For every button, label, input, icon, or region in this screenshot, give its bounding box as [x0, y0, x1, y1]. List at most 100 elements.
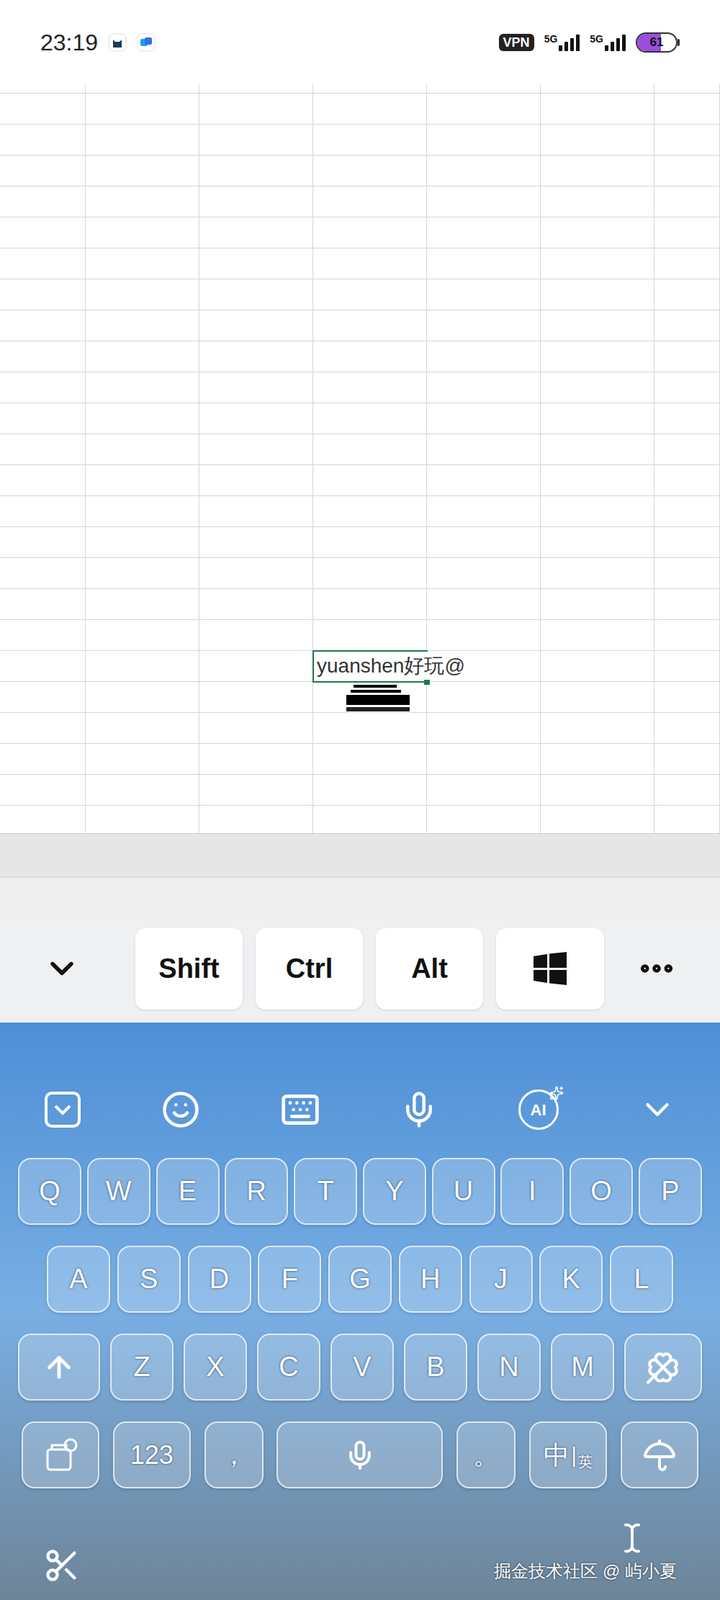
grid-cell[interactable] — [0, 496, 86, 527]
grid-cell[interactable] — [313, 310, 427, 341]
grid-cell[interactable] — [313, 124, 427, 155]
numbers-key[interactable]: 123 — [113, 1421, 191, 1489]
grid-cell[interactable] — [85, 743, 200, 774]
grid-cell[interactable] — [654, 619, 720, 651]
grid-cell[interactable] — [540, 372, 655, 403]
grid-cell[interactable] — [0, 372, 86, 403]
grid-cell[interactable] — [540, 248, 655, 279]
grid-cell[interactable] — [85, 527, 200, 558]
grid-cell[interactable] — [0, 588, 86, 620]
shift-key[interactable] — [18, 1333, 101, 1401]
toolbox-key[interactable] — [21, 1421, 100, 1489]
grid-cell[interactable] — [0, 465, 86, 496]
text-cursor-icon[interactable] — [616, 1522, 648, 1554]
grid-cell[interactable] — [85, 93, 200, 124]
grid-cell[interactable] — [85, 186, 200, 217]
grid-cell[interactable] — [540, 588, 655, 620]
grid-cell[interactable] — [313, 619, 427, 651]
grid-cell[interactable] — [313, 279, 427, 310]
letter-key[interactable]: A — [46, 1245, 111, 1313]
letter-key[interactable]: J — [469, 1245, 533, 1313]
grid-cell[interactable] — [313, 496, 427, 527]
letter-key[interactable]: W — [87, 1157, 151, 1225]
grid-cell[interactable] — [426, 743, 541, 774]
grid-cell[interactable] — [540, 527, 655, 558]
grid-cell[interactable] — [85, 712, 200, 744]
grid-cell[interactable] — [654, 527, 720, 558]
grid-cell[interactable] — [0, 248, 86, 279]
grid-cell[interactable] — [654, 805, 720, 834]
grid-cell[interactable] — [426, 465, 541, 496]
grid-cell[interactable] — [199, 681, 314, 713]
grid-cell[interactable] — [654, 650, 720, 682]
grid-cell[interactable] — [654, 217, 720, 248]
letter-key[interactable]: N — [477, 1333, 541, 1401]
grid-cell[interactable] — [0, 558, 86, 589]
more-button[interactable] — [617, 948, 677, 989]
grid-cell[interactable] — [540, 712, 655, 744]
grid-cell[interactable] — [654, 124, 720, 155]
letter-key[interactable]: D — [187, 1245, 252, 1313]
grid-cell[interactable] — [199, 372, 314, 403]
letter-key[interactable]: Q — [18, 1157, 82, 1225]
grid-cell[interactable] — [313, 93, 427, 124]
grid-cell[interactable] — [540, 341, 655, 372]
letter-key[interactable]: P — [638, 1157, 702, 1225]
letter-key[interactable]: G — [328, 1245, 392, 1313]
grid-cell[interactable] — [654, 93, 720, 124]
grid-cell[interactable] — [199, 403, 314, 434]
grid-cell[interactable] — [0, 774, 86, 805]
grid-cell[interactable] — [199, 712, 314, 744]
grid-cell[interactable] — [540, 558, 655, 589]
grid-cell[interactable] — [0, 124, 86, 155]
grid-cell[interactable] — [313, 434, 427, 465]
grid-cell[interactable] — [426, 527, 541, 558]
grid-cell[interactable] — [85, 496, 200, 527]
letter-key[interactable]: R — [224, 1157, 288, 1225]
grid-cell[interactable] — [85, 619, 200, 651]
grid-cell[interactable] — [540, 310, 655, 341]
grid-cell[interactable] — [540, 124, 655, 155]
letter-key[interactable]: C — [257, 1333, 321, 1401]
grid-cell[interactable] — [85, 124, 200, 155]
grid-cell[interactable] — [0, 805, 86, 834]
grid-cell[interactable] — [0, 310, 86, 341]
grid-cell[interactable] — [426, 372, 541, 403]
grid-cell[interactable] — [85, 465, 200, 496]
grid-cell[interactable] — [313, 774, 427, 805]
grid-cell[interactable] — [426, 341, 541, 372]
letter-key[interactable]: E — [156, 1157, 220, 1225]
grid-cell[interactable] — [313, 712, 427, 744]
grid-cell[interactable] — [654, 588, 720, 620]
grid-cell[interactable] — [654, 310, 720, 341]
grid-cell[interactable] — [0, 186, 86, 217]
comma-key[interactable]: ， — [204, 1421, 264, 1489]
letter-key[interactable]: K — [539, 1245, 603, 1313]
ai-button[interactable]: AI — [518, 1089, 559, 1130]
grid-cell[interactable] — [426, 805, 541, 834]
grid-cell[interactable] — [199, 155, 314, 186]
grid-cell[interactable] — [0, 434, 86, 465]
grid-cell[interactable] — [540, 403, 655, 434]
grid-cell[interactable] — [199, 588, 314, 620]
grid-cell[interactable] — [85, 310, 200, 341]
grid-cell[interactable] — [0, 743, 86, 774]
grid-cell[interactable] — [0, 93, 86, 124]
grid-cell[interactable] — [654, 403, 720, 434]
space-key[interactable] — [276, 1421, 443, 1489]
letter-key[interactable]: T — [293, 1157, 358, 1225]
letter-key[interactable]: M — [550, 1333, 615, 1401]
grid-cell[interactable] — [85, 558, 200, 589]
grid-cell[interactable] — [199, 124, 314, 155]
grid-cell[interactable] — [426, 558, 541, 589]
grid-cell[interactable] — [313, 155, 427, 186]
collapse-button[interactable] — [43, 949, 123, 988]
grid-cell[interactable] — [426, 496, 541, 527]
letter-key[interactable]: V — [330, 1333, 394, 1401]
grid-cell[interactable] — [0, 279, 86, 310]
grid-cell[interactable] — [654, 341, 720, 372]
grid-cell[interactable] — [199, 217, 314, 248]
grid-cell[interactable] — [426, 774, 541, 805]
scissors-icon[interactable] — [43, 1546, 81, 1584]
grid-cell[interactable] — [654, 774, 720, 805]
